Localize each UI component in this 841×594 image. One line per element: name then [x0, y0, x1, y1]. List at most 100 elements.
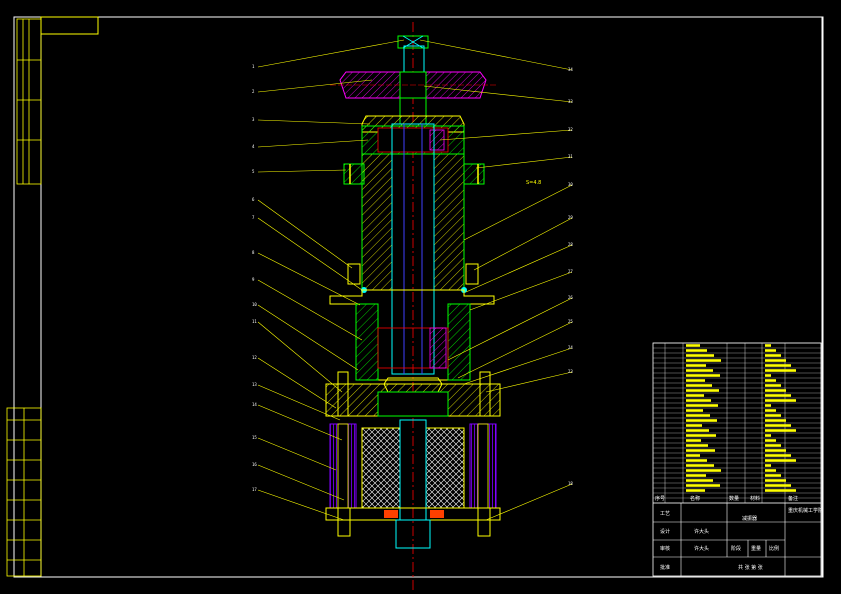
- drawing-canvas: 1 2 3 4 5 6 7 8 9 10 11 12 13 14 15 16 1…: [6, 16, 824, 590]
- callout: 16: [252, 462, 257, 467]
- callout: 2: [252, 89, 255, 94]
- callout: 1: [252, 64, 255, 69]
- parts-row-name: [686, 459, 707, 462]
- stage-label: 阶段: [731, 545, 741, 552]
- parts-row-material: [765, 414, 781, 417]
- parts-row-material: [765, 419, 786, 422]
- leader-lines: [257, 39, 573, 521]
- approve-label: 批准: [660, 564, 670, 571]
- parts-row-name: [686, 409, 703, 412]
- callout: 10: [252, 302, 257, 307]
- callout: 14: [252, 402, 257, 407]
- callout: 29: [568, 215, 573, 220]
- binding-strip: [6, 18, 42, 577]
- callout: 34: [568, 67, 573, 72]
- parts-row-material: [765, 454, 791, 457]
- design-label: 设计: [660, 528, 670, 535]
- parts-row-material: [765, 389, 786, 392]
- callout: 33: [568, 99, 573, 104]
- parts-row-material: [765, 459, 796, 462]
- parts-row-material: [765, 439, 776, 442]
- parts-row-name: [686, 399, 711, 402]
- parts-row-material: [765, 384, 781, 387]
- parts-row-name: [686, 349, 707, 352]
- parts-row-material: [765, 464, 771, 467]
- callout: 7: [252, 215, 255, 220]
- callout: 3: [252, 117, 255, 122]
- annotation-note: S=4.8: [526, 180, 541, 186]
- parts-row-material: [765, 449, 786, 452]
- parts-row-name: [686, 389, 719, 392]
- parts-row-material: [765, 349, 776, 352]
- parts-row-material: [765, 359, 786, 362]
- parts-row-name: [686, 394, 704, 397]
- header-col-no: 序号: [655, 495, 665, 502]
- callout: 23: [568, 369, 573, 374]
- parts-row-name: [686, 469, 721, 472]
- callout: 15: [252, 435, 257, 440]
- callout: 25: [568, 319, 573, 324]
- parts-row-name: [686, 414, 710, 417]
- parts-row-name: [686, 489, 705, 492]
- process-label: 工艺: [660, 511, 670, 517]
- company-name: 重庆机械工学院: [788, 507, 823, 514]
- parts-row-material: [765, 434, 771, 437]
- drawing-name: 减振器: [742, 515, 757, 522]
- parts-row-material: [765, 399, 796, 402]
- parts-row-material: [765, 369, 796, 372]
- parts-row-name: [686, 384, 712, 387]
- parts-row-material: [765, 479, 786, 482]
- parts-row-material: [765, 474, 781, 477]
- callout: 31: [568, 154, 573, 159]
- callout: 28: [568, 242, 573, 247]
- parts-row-name: [686, 444, 708, 447]
- parts-row-name: [686, 369, 713, 372]
- parts-row-name: [686, 364, 706, 367]
- header-col-material: 材料: [750, 495, 760, 502]
- parts-row-name: [686, 484, 720, 487]
- callout: 32: [568, 127, 573, 132]
- callout: 12: [252, 355, 257, 360]
- callout: 5: [252, 169, 255, 174]
- parts-row-material: [765, 364, 791, 367]
- parts-row-name: [686, 464, 714, 467]
- parts-row-name: [686, 454, 700, 457]
- parts-row-material: [765, 489, 796, 492]
- header-col-remark: 备注: [788, 495, 798, 502]
- callout: 30: [568, 182, 573, 187]
- parts-row-name: [686, 434, 716, 437]
- parts-row-material: [765, 374, 771, 377]
- callout: 26: [568, 295, 573, 300]
- parts-list-rows: [653, 342, 821, 504]
- header-col-name: 名称: [690, 495, 700, 502]
- weight-label: 重量: [751, 545, 761, 552]
- scale-label: 比例: [769, 545, 779, 552]
- parts-row-material: [765, 379, 776, 382]
- parts-row-name: [686, 404, 718, 407]
- callout: 27: [568, 269, 573, 274]
- designer-name: 许大头: [694, 528, 709, 535]
- parts-row-name: [686, 359, 721, 362]
- parts-row-material: [765, 424, 791, 427]
- parts-row-name: [686, 419, 717, 422]
- callout: 11: [252, 319, 257, 324]
- callout: 9: [252, 277, 255, 282]
- callout: 13: [252, 382, 257, 387]
- parts-row-material: [765, 344, 771, 347]
- callouts-left: 1 2 3 4 5 6 7 8 9 10 11 12 13 14 15 16 1…: [252, 64, 257, 492]
- callout: 17: [252, 487, 257, 492]
- parts-row-name: [686, 374, 720, 377]
- parts-row-name: [686, 439, 701, 442]
- parts-row-name: [686, 449, 715, 452]
- header-col-qty: 数量: [729, 495, 739, 502]
- callout: 18: [568, 481, 573, 486]
- check-label: 审核: [660, 545, 670, 552]
- parts-row-name: [686, 354, 714, 357]
- parts-row-material: [765, 394, 791, 397]
- parts-row-name: [686, 429, 709, 432]
- parts-row-name: [686, 379, 705, 382]
- parts-row-material: [765, 484, 791, 487]
- callout: 4: [252, 144, 255, 149]
- callouts-right: 34 33 32 31 30 29 28 27 26 25 24 23 18: [568, 67, 573, 486]
- title-block: 序号 名称 数量 材料 备注 工艺 设计 许大头 审核 许大头 批准 减振器 重…: [652, 342, 823, 577]
